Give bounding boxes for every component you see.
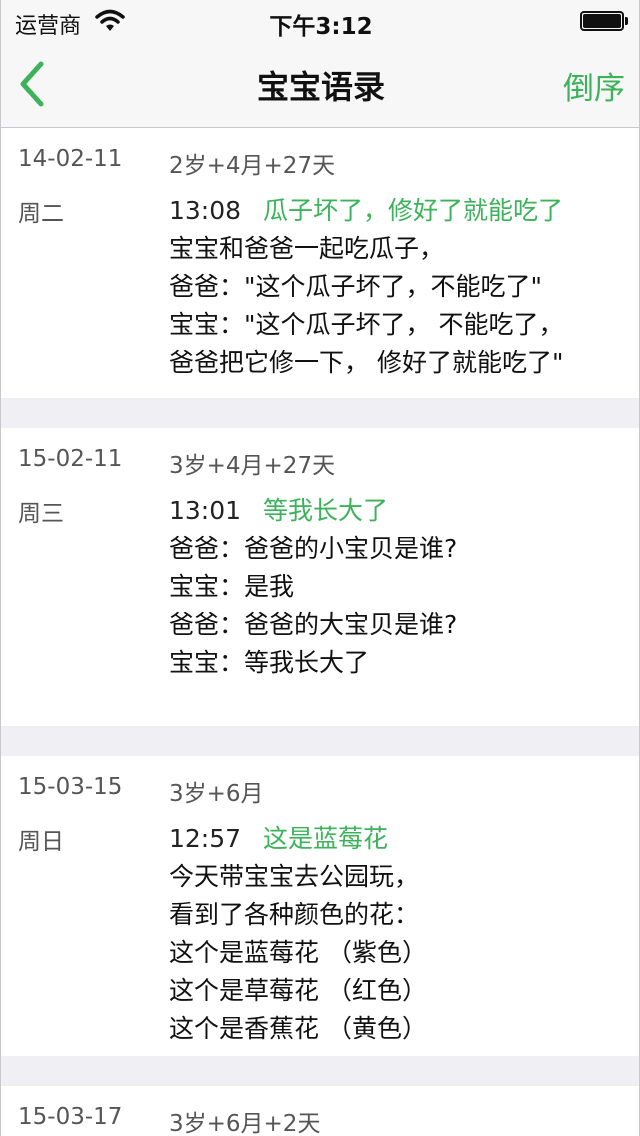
- entry-weekday: 周日: [18, 829, 64, 855]
- quote-entry[interactable]: 15-02-11 3岁+4月+27天 周三 13:01 等我长大了 爸爸：爸爸的小…: [1, 428, 639, 726]
- reverse-order-button[interactable]: 倒序: [563, 63, 625, 108]
- quote-list: 14-02-11 2岁+4月+27天 周二 13:08 瓜子坏了，修好了就能吃了 …: [1, 128, 639, 1136]
- quote-entry[interactable]: 14-02-11 2岁+4月+27天 周二 13:08 瓜子坏了，修好了就能吃了 …: [1, 128, 639, 398]
- entry-headline: 瓜子坏了，修好了就能吃了: [263, 196, 564, 225]
- entry-time: 13:01: [169, 496, 242, 525]
- entry-line: 这个是香蕉花 （黄色）: [169, 1014, 427, 1043]
- entry-date: 15-03-17: [18, 1104, 123, 1130]
- entry-line: 宝宝："这个瓜子坏了， 不能吃了，: [169, 310, 564, 339]
- entry-date: 15-03-15: [18, 774, 123, 800]
- entry-line: 看到了各种颜色的花：: [169, 900, 420, 929]
- entry-line: 爸爸：爸爸的大宝贝是谁?: [169, 610, 458, 639]
- entry-time: 13:08: [169, 196, 242, 225]
- entry-date: 15-02-11: [18, 446, 123, 472]
- entry-content: 12:57 这是蓝莓花 今天带宝宝去公园玩， 看到了各种颜色的花： 这个是蓝莓花 …: [169, 822, 631, 1048]
- status-time: 下午3:12: [269, 14, 373, 40]
- entry-line: 这个是蓝莓花 （紫色）: [169, 938, 427, 967]
- entry-headline: 等我长大了: [263, 496, 389, 525]
- entry-line: 今天带宝宝去公园玩，: [169, 862, 420, 891]
- entry-age: 3岁+4月+27天: [169, 453, 336, 479]
- status-bar: 运营商 下午3:12: [1, 0, 639, 40]
- entry-weekday: 周二: [18, 201, 64, 227]
- navigation-bar: 宝宝语录 倒序: [1, 40, 639, 128]
- entry-age: 3岁+6月+2天: [169, 1111, 321, 1136]
- entry-line: 爸爸："这个瓜子坏了，不能吃了": [169, 272, 542, 301]
- quote-entry[interactable]: 15-03-15 3岁+6月 周日 12:57 这是蓝莓花 今天带宝宝去公园玩， …: [1, 756, 639, 1056]
- entry-age: 2岁+4月+27天: [169, 153, 336, 179]
- entry-headline: 这是蓝莓花: [263, 824, 389, 853]
- entry-weekday: 周三: [18, 501, 64, 527]
- entry-line: 爸爸：爸爸的小宝贝是谁?: [169, 534, 458, 563]
- entry-content: 13:08 瓜子坏了，修好了就能吃了 宝宝和爸爸一起吃瓜子， 爸爸："这个瓜子坏了…: [169, 194, 631, 382]
- entry-time: 12:57: [169, 824, 242, 853]
- battery-icon: [580, 11, 628, 31]
- entry-line: 爸爸把它修一下， 修好了就能吃了": [169, 348, 564, 377]
- entry-line: 宝宝：等我长大了: [169, 648, 370, 677]
- section-divider: [1, 726, 639, 756]
- entry-age: 3岁+6月: [169, 781, 264, 807]
- screen: 运营商 下午3:12 宝宝语录 倒序 14-02-11 2岁+4月+27天 周二: [0, 0, 640, 1136]
- entry-line: 宝宝和爸爸一起吃瓜子，: [169, 234, 445, 263]
- entry-line: 宝宝：是我: [169, 572, 295, 601]
- quote-entry[interactable]: 15-03-17 3岁+6月+2天: [1, 1086, 639, 1136]
- entry-content: 13:01 等我长大了 爸爸：爸爸的小宝贝是谁? 宝宝：是我 爸爸：爸爸的大宝贝是…: [169, 494, 631, 682]
- entry-date: 14-02-11: [18, 146, 123, 172]
- page-title: 宝宝语录: [256, 68, 385, 106]
- section-divider: [1, 1056, 639, 1086]
- section-divider: [1, 398, 639, 428]
- entry-line: 这个是草莓花 （红色）: [169, 976, 427, 1005]
